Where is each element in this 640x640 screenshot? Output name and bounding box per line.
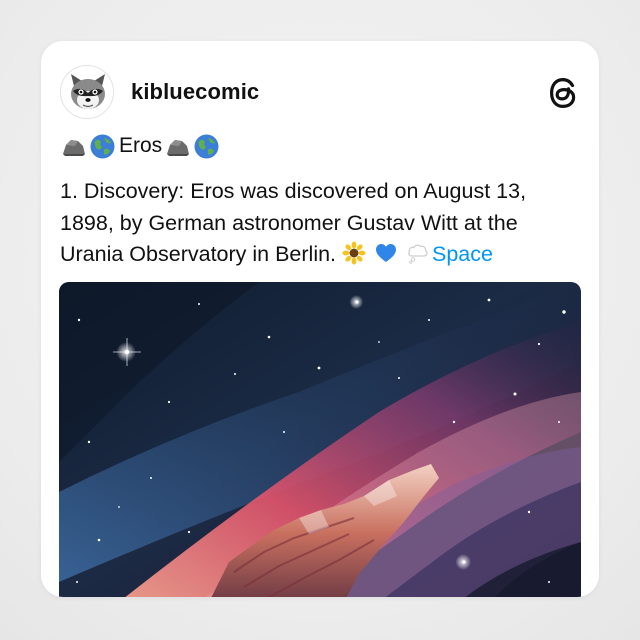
post-title-line: Eros xyxy=(60,131,222,161)
post-title: Eros xyxy=(119,134,163,157)
topic-tag-link[interactable]: Space xyxy=(432,242,493,266)
username[interactable]: kibluecomic xyxy=(131,79,259,105)
globe-emoji-icon xyxy=(194,134,219,158)
raccoon-avatar-icon xyxy=(61,66,113,118)
thought-bubble-emoji-icon xyxy=(408,244,428,264)
threads-logo-icon[interactable] xyxy=(547,76,579,110)
page-background: kibluecomic Eros 1. Discovery: Eros was … xyxy=(0,0,640,640)
rock-emoji-icon xyxy=(167,139,190,156)
globe-emoji-icon xyxy=(90,134,115,158)
avatar[interactable] xyxy=(60,65,114,119)
post-body: 1. Discovery: Eros was discovered on Aug… xyxy=(60,176,580,271)
rock-emoji-icon xyxy=(63,139,85,156)
post-card: kibluecomic Eros 1. Discovery: Eros was … xyxy=(41,41,599,597)
blue-heart-emoji-icon xyxy=(376,244,396,262)
post-image[interactable] xyxy=(59,282,581,597)
space-nebula-painting-icon xyxy=(59,282,581,597)
sunflower-emoji-icon xyxy=(342,241,366,265)
